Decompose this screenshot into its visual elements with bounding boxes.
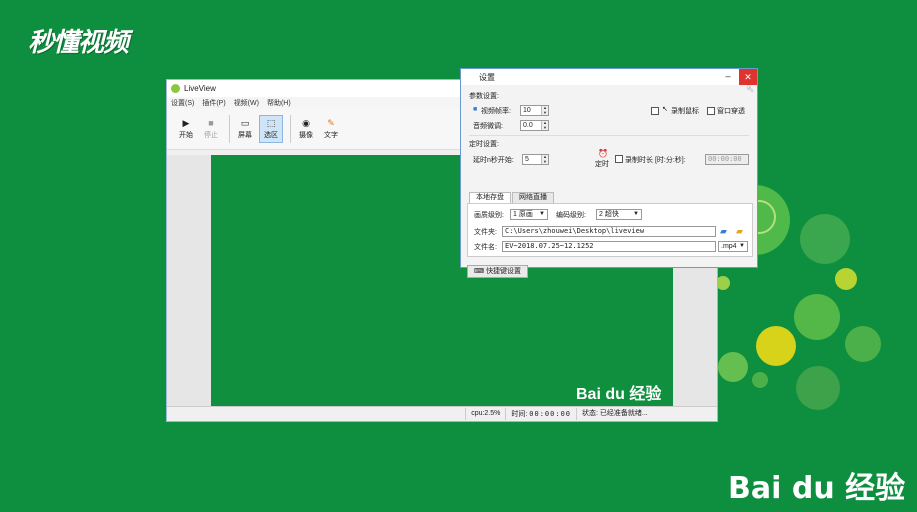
spin-arrows-icon[interactable]: ▲ ▼ bbox=[541, 120, 548, 130]
cursor-icon: ↖ bbox=[662, 106, 668, 113]
play-icon: ▶ bbox=[182, 118, 190, 128]
encode-label: 编码级别: bbox=[556, 212, 586, 219]
time-status: 时间: 00:00:00 bbox=[505, 408, 576, 420]
delay-stepper[interactable]: 5 ▲ ▼ bbox=[522, 154, 549, 165]
text-button[interactable]: ✎ 文字 bbox=[320, 116, 342, 142]
cpu-status: cpu:2.5% bbox=[465, 408, 505, 420]
timer-label[interactable]: 定时 bbox=[595, 159, 609, 169]
pen-icon: ✎ bbox=[327, 118, 335, 128]
tab-local-save[interactable]: 本地存盘 bbox=[469, 192, 511, 203]
open-folder-icon[interactable]: ▰ bbox=[736, 226, 743, 237]
record-cursor-checkbox[interactable] bbox=[651, 107, 659, 115]
folder-input[interactable]: C:\Users\zhouwei\Desktop\liveview bbox=[502, 226, 716, 237]
record-duration-checkbox[interactable] bbox=[615, 155, 623, 163]
settings-dialog: 设置 – ✕ 参数设置: ■ 视频帧率: 10 ▲ ▼ 音频微调: 0.0 ▲ ▼ … bbox=[460, 68, 758, 278]
tab-live-stream[interactable]: 网络直播 bbox=[512, 192, 554, 203]
spin-arrows-icon[interactable]: ▲ ▼ bbox=[541, 154, 548, 164]
menu-plugins[interactable]: 插件(P) bbox=[202, 98, 225, 108]
chevron-down-icon: ▼ bbox=[633, 211, 639, 217]
divider bbox=[469, 135, 749, 136]
chevron-down-icon: ▼ bbox=[739, 243, 745, 249]
status-bar: cpu:2.5% 时间: 00:00:00 状态: 已经准备就绪... bbox=[167, 406, 717, 421]
stop-button[interactable]: ■ 停止 bbox=[200, 116, 222, 142]
filename-label: 文件名: bbox=[474, 244, 497, 251]
state-status: 状态: 已经准备就绪... bbox=[576, 408, 717, 420]
local-save-pane: 画质级别: 1 原画 ▼ 编码级别: 2 超快 ▼ 文件夹: C:\Users\… bbox=[467, 203, 753, 257]
start-button[interactable]: ▶ 开始 bbox=[175, 116, 197, 142]
save-mode-tabs: 本地存盘 网络直播 bbox=[469, 192, 555, 203]
time-value: 00:00:00 bbox=[529, 410, 571, 418]
quality-label: 画质级别: bbox=[474, 212, 504, 219]
minimize-button[interactable]: – bbox=[721, 69, 735, 85]
section-params-label: 参数设置: bbox=[469, 93, 499, 100]
mouse-cursor-icon: ↖ bbox=[746, 84, 755, 95]
filename-input[interactable]: EV~2018.07.25~12.1252 bbox=[502, 241, 716, 252]
toolbar-separator bbox=[229, 115, 230, 143]
shortcut-settings-button[interactable]: ⌨ 快捷键设置 bbox=[467, 265, 529, 278]
record-duration-input[interactable]: 00:00:00 bbox=[705, 154, 749, 165]
audio-tune-stepper[interactable]: 0.0 ▲ ▼ bbox=[520, 120, 549, 131]
video-fps-label: 视频帧率: bbox=[481, 108, 511, 115]
region-select-icon: ⬚ bbox=[266, 118, 276, 128]
spin-arrows-icon[interactable]: ▲ ▼ bbox=[541, 105, 548, 115]
main-window-title: LiveView bbox=[184, 84, 216, 93]
encode-select[interactable]: 2 超快 ▼ bbox=[596, 209, 642, 220]
baidu-watermark-small: Bai du 经验 bbox=[576, 386, 662, 403]
settings-titlebar[interactable]: 设置 – ✕ bbox=[461, 69, 757, 85]
extension-select[interactable]: .mp4 ▼ bbox=[718, 241, 748, 252]
region-button[interactable]: ⬚ 选区 bbox=[259, 115, 283, 143]
watermark-logo-top: 秒懂视频 bbox=[28, 28, 129, 58]
keyboard-icon: ⌨ bbox=[474, 268, 485, 275]
browse-folder-icon[interactable]: ▰ bbox=[720, 226, 727, 237]
alarm-clock-icon: ⏰ bbox=[598, 149, 608, 158]
folder-label: 文件夹: bbox=[474, 229, 497, 236]
menu-video[interactable]: 视频(W) bbox=[234, 98, 259, 108]
camera-button[interactable]: ◉ 摄像 bbox=[295, 116, 317, 142]
video-icon: ■ bbox=[473, 106, 478, 113]
window-through-label: 窗口穿透 bbox=[717, 108, 745, 115]
baidu-watermark-large: Bai du 经验 bbox=[728, 471, 906, 506]
video-fps-stepper[interactable]: 10 ▲ ▼ bbox=[520, 105, 549, 116]
section-timer-label: 定时设置: bbox=[469, 141, 499, 148]
close-button[interactable]: ✕ bbox=[739, 69, 757, 85]
record-cursor-label: 录制鼠标 bbox=[671, 108, 699, 115]
screen-button[interactable]: ▭ 屏幕 bbox=[234, 116, 256, 142]
liveview-logo-icon bbox=[171, 84, 180, 93]
record-duration-label: 录制时长 [时:分:秒]: bbox=[625, 157, 686, 164]
chevron-down-icon: ▼ bbox=[539, 211, 545, 217]
audio-tune-label: 音频微调: bbox=[473, 123, 503, 130]
camera-icon: ◉ bbox=[302, 118, 310, 128]
menu-help[interactable]: 帮助(H) bbox=[267, 98, 291, 108]
settings-body: 参数设置: ■ 视频帧率: 10 ▲ ▼ 音频微调: 0.0 ▲ ▼ ↖ 录制鼠标 … bbox=[461, 85, 757, 278]
delay-label: 延时n秒开始: bbox=[473, 157, 514, 164]
stop-icon: ■ bbox=[208, 118, 214, 128]
toolbar-separator bbox=[290, 115, 291, 143]
quality-select[interactable]: 1 原画 ▼ bbox=[510, 209, 548, 220]
monitor-icon: ▭ bbox=[240, 118, 250, 128]
time-label: 时间: bbox=[511, 411, 528, 418]
menu-settings[interactable]: 设置(S) bbox=[171, 98, 194, 108]
window-through-checkbox[interactable] bbox=[707, 107, 715, 115]
settings-title: 设置 bbox=[479, 72, 495, 82]
